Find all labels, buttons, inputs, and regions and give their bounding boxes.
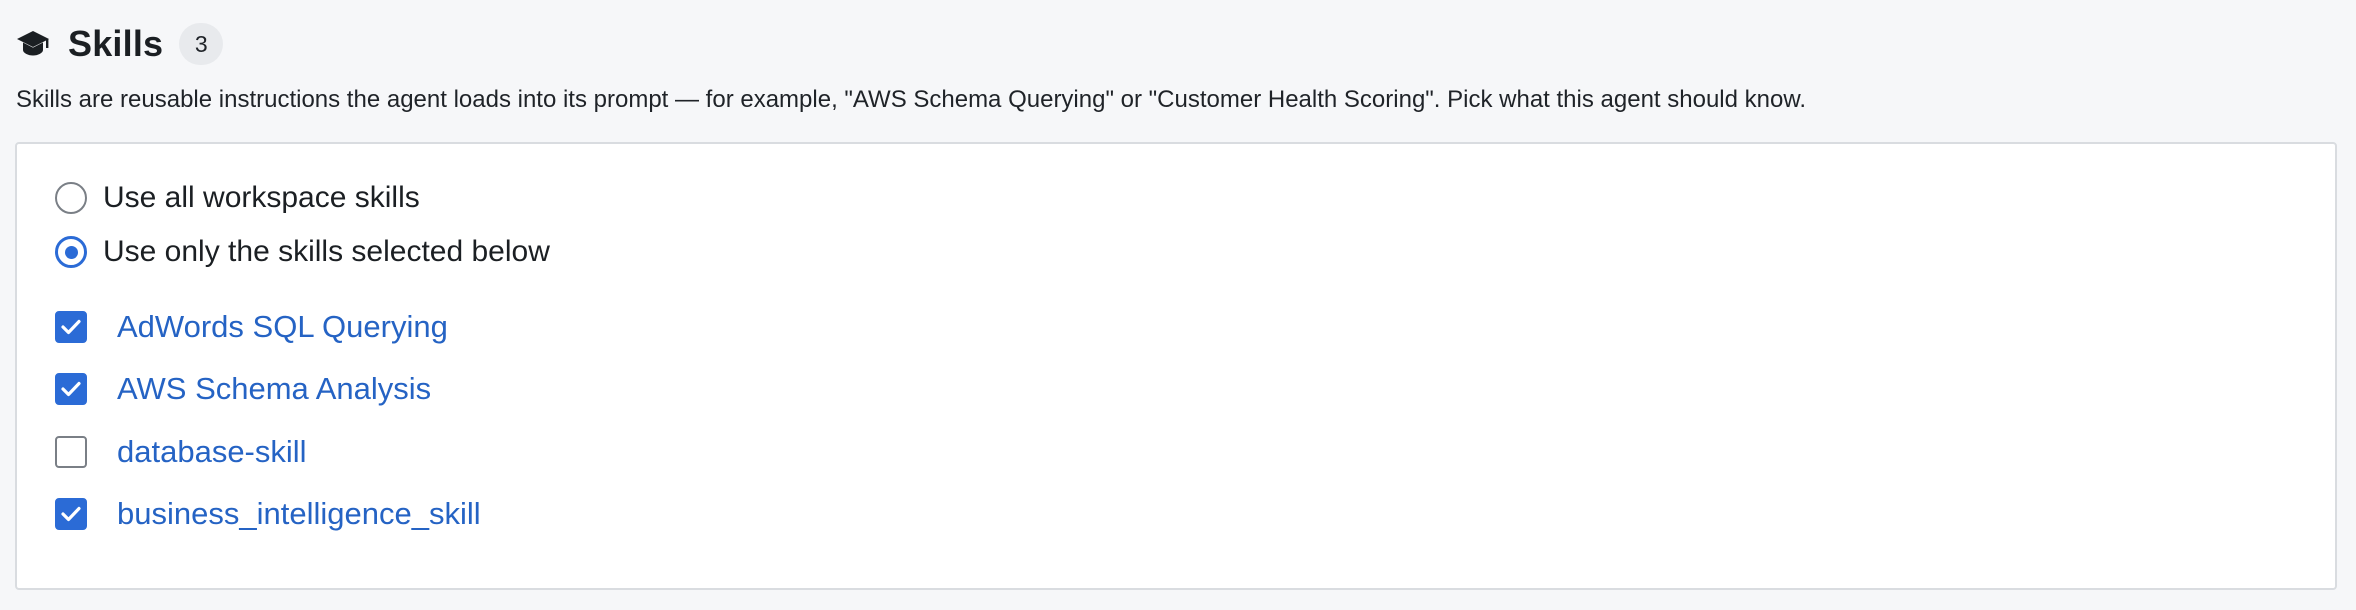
radio-button-selected-skills[interactable] — [55, 236, 87, 268]
skill-checkbox[interactable] — [55, 373, 87, 405]
skill-link[interactable]: AdWords SQL Querying — [117, 309, 448, 345]
skill-checkbox[interactable] — [55, 498, 87, 530]
skill-checkbox[interactable] — [55, 311, 87, 343]
checkmark-icon — [61, 381, 81, 397]
skill-item: AdWords SQL Querying — [55, 309, 448, 345]
radio-label-selected-skills: Use only the skills selected below — [103, 235, 550, 268]
section-description: Skills are reusable instructions the age… — [16, 86, 1807, 113]
skills-panel: Use all workspace skills Use only the sk… — [15, 142, 2337, 590]
radio-label-all-skills: Use all workspace skills — [103, 181, 420, 214]
section-header: Skills 3 — [16, 20, 224, 68]
skill-item: database-skill — [55, 434, 307, 470]
section-title: Skills — [68, 23, 164, 64]
skill-checkbox[interactable] — [55, 436, 87, 468]
radio-button-all-skills[interactable] — [55, 182, 87, 214]
radio-option-all-skills[interactable]: Use all workspace skills — [55, 181, 420, 215]
skill-link[interactable]: AWS Schema Analysis — [117, 371, 431, 407]
checkmark-icon — [61, 506, 81, 522]
radio-option-selected-skills[interactable]: Use only the skills selected below — [55, 235, 550, 269]
skill-item: business_intelligence_skill — [55, 496, 481, 532]
checkmark-icon — [61, 319, 81, 335]
skills-section: Skills 3 Skills are reusable instruction… — [0, 0, 2356, 610]
skill-item: AWS Schema Analysis — [55, 371, 431, 407]
skills-count-badge: 3 — [179, 23, 224, 65]
skill-link[interactable]: database-skill — [117, 434, 307, 470]
skill-link[interactable]: business_intelligence_skill — [117, 496, 481, 532]
graduation-cap-icon — [16, 27, 50, 61]
